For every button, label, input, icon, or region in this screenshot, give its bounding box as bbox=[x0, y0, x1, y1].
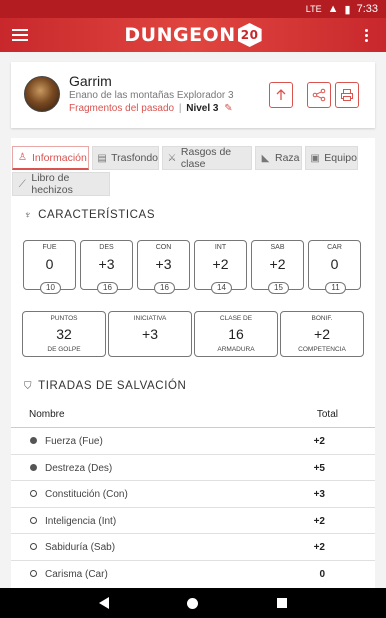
hit-points-box[interactable]: PUNTOS 32 DE GOLPE bbox=[22, 311, 106, 357]
character-meta: Fragmentos del pasado | Nivel 3 ✎ bbox=[69, 103, 233, 114]
trophy-icon: ♆ bbox=[24, 209, 33, 221]
tab-libro-de-hechizos[interactable]: ⟋ Libro de hechizos bbox=[12, 172, 110, 196]
upload-icon bbox=[276, 89, 286, 100]
recent-apps-icon[interactable] bbox=[276, 598, 287, 608]
briefcase-icon: ▣ bbox=[310, 152, 320, 164]
share-button[interactable] bbox=[307, 82, 331, 108]
character-name: Garrim bbox=[69, 73, 112, 89]
wand-icon: ⟋ bbox=[18, 178, 26, 190]
ability-int[interactable]: INT +2 14 bbox=[194, 240, 247, 294]
ability-modifier: +3 bbox=[155, 256, 172, 272]
tab-equipo[interactable]: ▣ Equipo bbox=[305, 146, 358, 170]
book-icon: ▤ bbox=[97, 152, 107, 164]
battery-icon: ▮ bbox=[344, 3, 351, 16]
initiative-box[interactable]: INICIATIVA +3 bbox=[108, 311, 192, 357]
characteristics-title: ♆ CARACTERÍSTICAS bbox=[24, 209, 156, 221]
ability-label: DES bbox=[99, 244, 114, 251]
system-navigation-bar bbox=[0, 588, 386, 618]
saving-throws-header: Nombre Total bbox=[11, 402, 375, 428]
ability-score: 16 bbox=[154, 282, 175, 294]
d20-icon: 20 bbox=[237, 23, 262, 47]
proficiency-dot-empty bbox=[30, 543, 37, 550]
proficiency-bonus-value: +2 bbox=[314, 326, 330, 342]
printer-icon bbox=[341, 89, 353, 101]
proficiency-dot-filled bbox=[30, 437, 37, 444]
proficiency-bonus-box[interactable]: BONIF. +2 COMPETENCIA bbox=[280, 311, 364, 357]
ability-des[interactable]: DES +3 16 bbox=[80, 240, 133, 294]
proficiency-dot-filled bbox=[30, 463, 37, 471]
tab-raza[interactable]: ◣ Raza bbox=[255, 146, 302, 170]
table-row[interactable]: Fuerza (Fue) +2 bbox=[11, 428, 375, 455]
app-bar: DUNGEON 20 bbox=[0, 18, 386, 52]
network-indicator: LTE bbox=[305, 4, 322, 14]
shield-icon: ⛉ bbox=[24, 380, 33, 392]
character-level: Nivel 3 bbox=[186, 103, 219, 114]
table-row[interactable]: Destreza (Des) +5 bbox=[11, 455, 375, 481]
tab-informacion[interactable]: ♙ Información bbox=[12, 146, 89, 170]
status-bar: LTE ▲ ▮ 7:33 bbox=[0, 0, 386, 18]
ability-modifier: +3 bbox=[98, 256, 115, 272]
tab-trasfondo[interactable]: ▤ Trasfondo bbox=[92, 146, 159, 170]
character-card: Garrim Enano de las montañas Explorador … bbox=[11, 62, 375, 128]
clock: 7:33 bbox=[356, 3, 378, 15]
initiative-value: +3 bbox=[142, 326, 158, 342]
boot-icon: ◣ bbox=[261, 152, 270, 164]
table-row[interactable]: Sabiduría (Sab) +2 bbox=[11, 534, 375, 561]
ability-modifier: +2 bbox=[212, 256, 229, 272]
ability-label: SAB bbox=[270, 244, 285, 251]
ability-fue[interactable]: FUE 0 10 bbox=[23, 240, 76, 294]
hit-points-value: 32 bbox=[56, 326, 72, 342]
background-link[interactable]: Fragmentos del pasado bbox=[69, 103, 174, 114]
table-row[interactable]: Carisma (Car) 0 bbox=[11, 561, 375, 588]
proficiency-dot-empty bbox=[30, 490, 37, 497]
tab-rasgos-de-clase[interactable]: ⚔ Rasgos de clase bbox=[162, 146, 252, 170]
ability-modifier: +2 bbox=[269, 256, 286, 272]
ability-score: 10 bbox=[40, 282, 61, 294]
proficiency-dot-empty bbox=[30, 569, 37, 577]
avatar[interactable] bbox=[24, 76, 60, 112]
ability-score: 16 bbox=[97, 282, 118, 294]
table-row[interactable]: Constitución (Con) +3 bbox=[11, 481, 375, 508]
ability-score: 14 bbox=[211, 282, 232, 294]
home-icon[interactable] bbox=[187, 597, 199, 609]
swords-icon: ⚔ bbox=[167, 152, 177, 164]
armor-class-box[interactable]: CLASE DE 16 ARMADURA bbox=[194, 311, 278, 357]
more-options-icon[interactable] bbox=[346, 28, 386, 42]
ability-modifier: 0 bbox=[45, 256, 54, 272]
print-button[interactable] bbox=[335, 82, 359, 108]
character-sheet-panel: ♙ Información ▤ Trasfondo ⚔ Rasgos de clase… bbox=[11, 138, 375, 588]
ability-label: CON bbox=[155, 244, 172, 251]
back-icon[interactable] bbox=[99, 597, 110, 609]
ability-modifier: 0 bbox=[330, 256, 339, 272]
ability-con[interactable]: CON +3 16 bbox=[137, 240, 190, 294]
ability-sab[interactable]: SAB +2 15 bbox=[251, 240, 304, 294]
column-header-name: Nombre bbox=[29, 409, 65, 420]
armor-class-value: 16 bbox=[228, 326, 244, 342]
share-icon bbox=[312, 88, 326, 102]
brand-text: DUNGEON bbox=[124, 24, 236, 46]
ability-label: FUE bbox=[42, 244, 57, 251]
edit-icon[interactable]: ✎ bbox=[224, 103, 232, 114]
menu-icon[interactable] bbox=[0, 18, 40, 52]
saving-throws-title: ⛉ TIRADAS DE SALVACIÓN bbox=[24, 380, 187, 392]
proficiency-dot-empty bbox=[30, 516, 37, 524]
ability-score: 11 bbox=[325, 282, 346, 294]
ability-car[interactable]: CAR 0 11 bbox=[308, 240, 361, 294]
ability-score: 15 bbox=[268, 282, 289, 294]
ability-label: INT bbox=[214, 244, 227, 251]
signal-icon: ▲ bbox=[327, 3, 339, 15]
separator: | bbox=[178, 103, 182, 114]
character-subtitle: Enano de las montañas Explorador 3 bbox=[69, 90, 234, 101]
app-logo: DUNGEON 20 bbox=[40, 23, 346, 47]
export-button[interactable] bbox=[269, 82, 293, 108]
ability-label: CAR bbox=[327, 244, 342, 251]
user-icon: ♙ bbox=[18, 152, 27, 163]
column-header-total: Total bbox=[316, 409, 338, 420]
table-row[interactable]: Inteligencia (Int) +2 bbox=[11, 508, 375, 534]
